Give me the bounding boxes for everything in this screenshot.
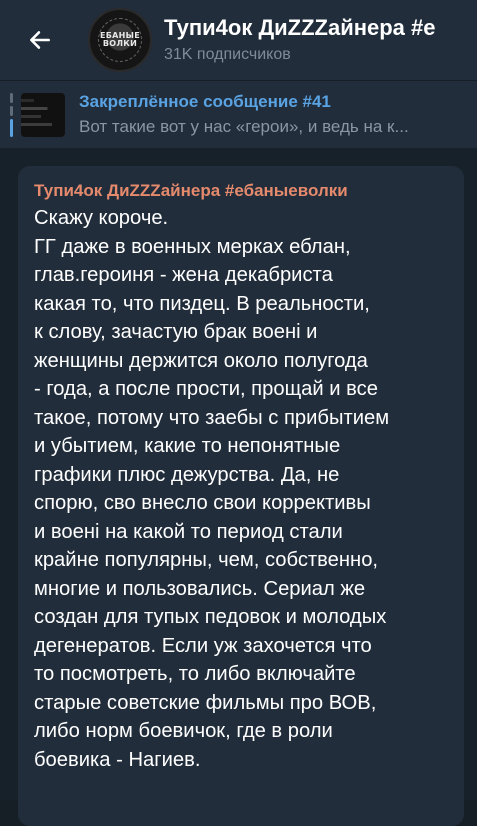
avatar-logo-text: ЕБАНЫЕ ВОЛКИ xyxy=(99,31,140,48)
subscriber-count: 31K подписчиков xyxy=(164,46,291,63)
pinned-indicator-segment xyxy=(10,92,13,103)
pinned-message-thumbnail xyxy=(21,92,65,137)
message-line: крайне популярны, чем, собственно, xyxy=(34,549,379,571)
channel-avatar[interactable]: ЕБАНЫЕ ВОЛКИ xyxy=(88,8,152,72)
message-line: какая то, что пиздец. В реальности, xyxy=(34,292,370,315)
message-line: графики плюс дежурства. Да, не xyxy=(34,463,340,486)
message-line: и убытием, какие то непонятные xyxy=(34,435,341,457)
message-line: дегенератов. Если уж захочется что xyxy=(34,634,372,657)
message-author[interactable]: Тупи4ок ДиZZZайнера #ебаныеволки xyxy=(34,180,452,202)
chat-header: ЕБАНЫЕ ВОЛКИ Тупи4ок ДиZZZайнера #е 31K п… xyxy=(0,0,477,80)
pinned-message-text: Закреплённое сообщение #41 Вот такие вот… xyxy=(79,91,474,138)
message-line: такое, потому что заебы с прибытием xyxy=(34,406,390,429)
pinned-title: Закреплённое сообщение #41 xyxy=(79,92,331,111)
message-line: - года, а после прости, прощай и все xyxy=(34,378,378,400)
back-button[interactable] xyxy=(20,20,60,60)
message-line: боевика - Нагиев. xyxy=(34,748,201,771)
channel-title: Тупи4ок ДиZZZайнера #е xyxy=(164,15,436,40)
pinned-indicator-segment-active xyxy=(10,118,13,137)
message-line: глав.героиня - жена декабриста xyxy=(34,264,333,286)
message-line: либо норм боевичок, где в роли xyxy=(34,720,333,742)
message-line: женщины держится около полугода xyxy=(34,349,368,372)
message-bubble[interactable]: Тупи4ок ДиZZZайнера #ебаныеволки Скажу к… xyxy=(18,166,464,826)
message-line: спорю, сво внесло свои коррективы xyxy=(34,492,371,514)
message-text: Скажу короче. ГГ даже в военных мерках е… xyxy=(34,204,452,774)
message-line: и военi на какой то период стали xyxy=(34,520,343,543)
message-line: ГГ даже в военных мерках еблан, xyxy=(34,235,351,258)
channel-info[interactable]: Тупи4ок ДиZZZайнера #е 31K подписчиков xyxy=(164,14,436,66)
message-line: к слову, зачастую брак военi и xyxy=(34,321,318,343)
message-line: создан для тупых педовок и молодых xyxy=(34,606,387,628)
message-line: старые советские фильмы про ВОВ, xyxy=(34,691,377,714)
arrow-left-icon xyxy=(30,31,50,49)
message-line: то посмотреть, то либо включайте xyxy=(34,663,356,685)
pinned-message-bar[interactable]: Закреплённое сообщение #41 Вот такие вот… xyxy=(0,80,477,148)
pinned-indicator-segment xyxy=(10,105,13,116)
pinned-position-indicator xyxy=(10,92,13,137)
message-line: многие и пользовались. Сериал же xyxy=(34,577,366,600)
message-line: Скажу короче. xyxy=(34,207,169,229)
pinned-preview: Вот такие вот у нас «герои», и ведь на к… xyxy=(79,117,409,136)
